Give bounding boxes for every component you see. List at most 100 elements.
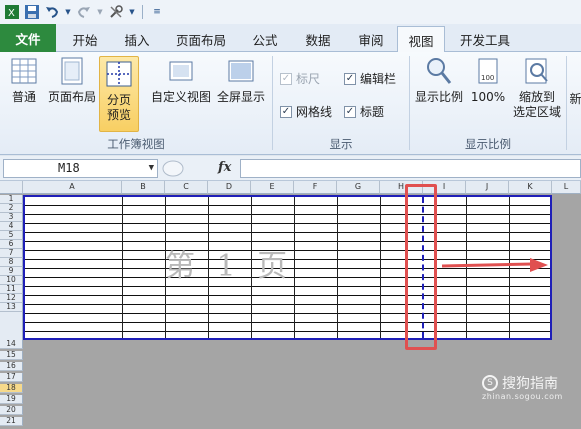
formula-input[interactable] (240, 159, 581, 178)
group-label-zoom: 显示比例 (465, 137, 511, 151)
custom-views-label: 自定义视图 (150, 90, 211, 104)
gridlines-checkbox[interactable]: ✓ 网格线 (280, 103, 332, 120)
ribbon-tabs: 文件 开始 插入 页面布局 公式 数据 审阅 视图 开发工具 (0, 24, 581, 53)
row-header[interactable]: 16 (0, 362, 23, 371)
zoom-button[interactable]: 显示比例 (413, 56, 465, 105)
row-header-selected[interactable]: 18 (0, 384, 23, 393)
tab-file[interactable]: 文件 (0, 24, 56, 52)
ribbon-view: 普通 页面布局 分页 预览 自定义视图 全屏显示 工作簿视图 ✓ 标尺 ✓ 编辑… (0, 52, 581, 155)
tab-insert[interactable]: 插入 (113, 26, 161, 52)
new-window-button[interactable]: 新 (570, 92, 581, 107)
name-box-dropdown-icon[interactable]: ▼ (149, 160, 154, 177)
headings-checkbox-box: ✓ (344, 105, 356, 118)
page-break-preview-label-1: 分页 (106, 93, 131, 107)
column-header[interactable]: F (294, 181, 337, 194)
redo-dropdown-icon[interactable]: ▼ (96, 4, 104, 20)
row-line (25, 331, 550, 332)
normal-view-label: 普通 (11, 90, 36, 104)
column-header[interactable]: L (552, 181, 581, 194)
custom-views-icon (169, 61, 193, 81)
customize-qat-icon[interactable]: ≡ (149, 4, 165, 20)
column-header[interactable]: J (466, 181, 509, 194)
page-layout-view-label: 页面布局 (47, 90, 96, 104)
tab-page-layout[interactable]: 页面布局 (166, 26, 236, 52)
formula-bar-checkbox[interactable]: ✓ 编辑栏 (344, 70, 396, 87)
zoom-label: 显示比例 (414, 90, 463, 104)
row-line (25, 322, 550, 323)
undo-icon[interactable] (44, 4, 60, 20)
row-line (25, 313, 550, 314)
column-header[interactable]: B (122, 181, 165, 194)
row-header[interactable]: 17 (0, 373, 23, 382)
row-header[interactable]: 14 (0, 340, 23, 349)
highlight-box (405, 184, 437, 350)
column-header[interactable]: A (23, 181, 122, 194)
sogou-watermark: S 搜狗指南 (482, 373, 558, 393)
row-header[interactable]: 13 (0, 303, 23, 312)
zoom-100-label: 100% (470, 90, 506, 104)
group-separator (566, 56, 567, 150)
tab-data[interactable]: 数据 (294, 26, 342, 52)
name-box-value: M18 (58, 161, 80, 175)
save-icon[interactable] (24, 4, 40, 20)
tools-icon[interactable] (108, 4, 124, 20)
row-header[interactable]: 19 (0, 395, 23, 404)
formula-resize-handle-icon[interactable] (162, 160, 184, 177)
row-line (25, 232, 550, 233)
row-header[interactable]: 21 (0, 417, 23, 426)
zoom-100-icon: 100 (478, 58, 498, 84)
zoom-100-button[interactable]: 100 100% (468, 56, 508, 105)
page-break-preview-button[interactable]: 分页 预览 (99, 56, 139, 132)
column-header[interactable]: K (509, 181, 552, 194)
gridlines-checkbox-box: ✓ (280, 105, 292, 118)
column-line (380, 197, 381, 338)
tab-view[interactable]: 视图 (397, 26, 445, 53)
tab-developer[interactable]: 开发工具 (450, 26, 520, 52)
page-layout-view-button[interactable]: 页面布局 (46, 56, 98, 105)
magnifier-icon (427, 58, 452, 84)
column-line (294, 197, 295, 338)
column-header[interactable]: E (251, 181, 294, 194)
redo-icon[interactable] (76, 4, 92, 20)
row-line (25, 214, 550, 215)
column-header[interactable]: G (337, 181, 380, 194)
undo-dropdown-icon[interactable]: ▼ (64, 4, 72, 20)
formula-bar: M18 ▼ fx (0, 156, 581, 181)
group-label-workbook-views: 工作簿视图 (107, 137, 165, 151)
row-header-filler (0, 312, 23, 340)
row-header[interactable]: 15 (0, 351, 23, 360)
headings-label: 标题 (360, 105, 385, 119)
tools-dropdown-icon[interactable]: ▼ (128, 4, 136, 20)
normal-view-button[interactable]: 普通 (5, 56, 43, 105)
page-break-preview-icon (106, 61, 132, 87)
zoom-to-selection-button[interactable]: 缩放到 选定区域 (508, 56, 566, 120)
group-label-show: 显示 (329, 137, 353, 151)
toolbar-separator (142, 5, 143, 19)
select-all-corner[interactable] (0, 181, 23, 194)
row-line (25, 286, 550, 287)
sogou-brand: 搜狗指南 (502, 376, 558, 392)
custom-views-button[interactable]: 自定义视图 (148, 56, 214, 105)
headings-checkbox[interactable]: ✓ 标题 (344, 103, 384, 120)
full-screen-icon (228, 60, 254, 82)
svg-text:100: 100 (481, 74, 494, 82)
zoom-to-selection-label-1: 缩放到 (518, 90, 555, 104)
name-box[interactable]: M18 ▼ (3, 159, 158, 178)
column-header[interactable]: C (165, 181, 208, 194)
tab-review[interactable]: 审阅 (347, 26, 395, 52)
ruler-checkbox[interactable]: ✓ 标尺 (280, 70, 320, 87)
page-break-preview-label-2: 预览 (106, 108, 131, 122)
svg-text:X: X (8, 8, 15, 19)
tab-home[interactable]: 开始 (60, 26, 110, 52)
row-line (25, 295, 550, 296)
gridlines-label: 网格线 (296, 105, 333, 119)
tab-formulas[interactable]: 公式 (241, 26, 289, 52)
row-header[interactable]: 20 (0, 406, 23, 415)
normal-view-icon (11, 58, 37, 84)
insert-function-icon[interactable]: fx (218, 160, 231, 175)
new-window-label: 新 (570, 92, 581, 106)
column-header[interactable]: D (208, 181, 251, 194)
page-layout-view-icon (61, 57, 83, 85)
excel-logo-icon: X (4, 4, 20, 20)
full-screen-button[interactable]: 全屏显示 (214, 56, 268, 105)
